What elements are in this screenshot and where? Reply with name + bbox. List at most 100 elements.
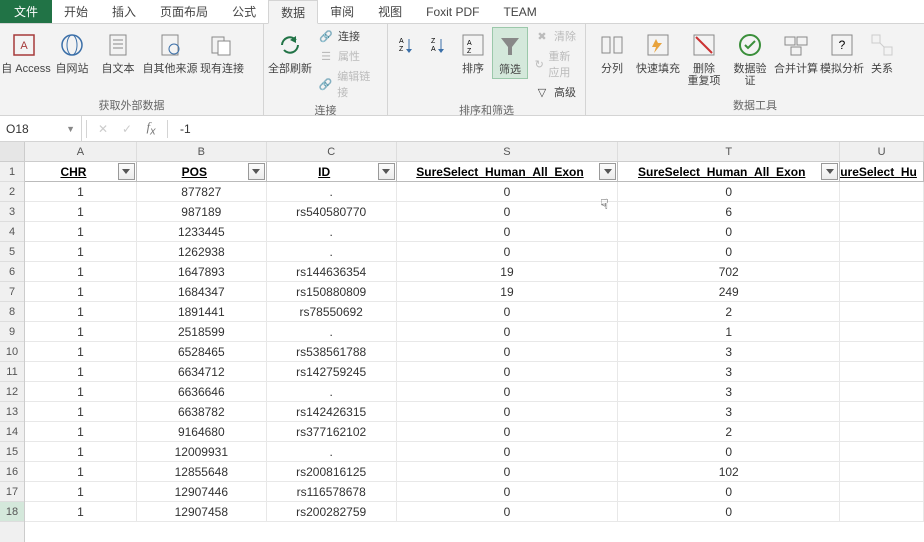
cell[interactable] [840, 382, 924, 402]
cell[interactable] [840, 242, 924, 262]
cell[interactable]: 0 [397, 302, 619, 322]
cell[interactable] [840, 302, 924, 322]
cell[interactable]: 0 [397, 422, 619, 442]
text-to-cols-button[interactable]: 分列 [590, 27, 634, 77]
row-header[interactable]: 18 [0, 502, 24, 522]
cell[interactable]: 1891441 [137, 302, 267, 322]
ribbon-tab[interactable]: 审阅 [318, 0, 366, 23]
cell[interactable] [840, 342, 924, 362]
cell[interactable]: rs200816125 [267, 462, 397, 482]
row-header[interactable]: 13 [0, 402, 24, 422]
from-access-button[interactable]: A自 Access [4, 27, 48, 77]
cell[interactable]: 2 [618, 422, 840, 442]
cell[interactable]: 702 [618, 262, 840, 282]
advanced-button[interactable]: ▽高级 [530, 83, 581, 101]
col-header[interactable]: B [137, 142, 267, 161]
cell[interactable]: 9164680 [137, 422, 267, 442]
cell[interactable]: 0 [618, 242, 840, 262]
cell[interactable] [840, 442, 924, 462]
cell[interactable]: 987189 [137, 202, 267, 222]
cell[interactable]: 1262938 [137, 242, 267, 262]
cell[interactable]: rs377162102 [267, 422, 397, 442]
col-header[interactable]: C [267, 142, 397, 161]
ribbon-tab[interactable]: 插入 [100, 0, 148, 23]
cell[interactable]: . [267, 182, 397, 202]
cell[interactable]: 1 [25, 322, 137, 342]
from-text-button[interactable]: 自文本 [96, 27, 140, 77]
cell[interactable] [840, 462, 924, 482]
cell[interactable]: 1 [25, 182, 137, 202]
row-header[interactable]: 12 [0, 382, 24, 402]
ribbon-tab[interactable]: Foxit PDF [414, 0, 491, 23]
cell[interactable]: 12907458 [137, 502, 267, 522]
cell[interactable]: rs200282759 [267, 502, 397, 522]
cell[interactable]: 0 [397, 222, 619, 242]
row-header[interactable]: 5 [0, 242, 24, 262]
row-header[interactable]: 3 [0, 202, 24, 222]
filter-dropdown-button[interactable] [118, 163, 135, 180]
from-other-button[interactable]: 自其他来源 [142, 27, 198, 77]
cell[interactable]: 0 [397, 202, 619, 222]
cell[interactable]: 1233445 [137, 222, 267, 242]
cell[interactable]: 6 [618, 202, 840, 222]
cell[interactable]: 1 [25, 382, 137, 402]
cell[interactable] [840, 322, 924, 342]
cell[interactable] [840, 362, 924, 382]
row-header[interactable]: 11 [0, 362, 24, 382]
cell[interactable]: 0 [618, 482, 840, 502]
cell[interactable]: 102 [618, 462, 840, 482]
cell[interactable]: 1 [25, 482, 137, 502]
cell[interactable]: 0 [618, 442, 840, 462]
cell[interactable]: . [267, 442, 397, 462]
cell[interactable]: . [267, 242, 397, 262]
filter-dropdown-button[interactable] [248, 163, 265, 180]
cancel-formula-button[interactable]: ✕ [91, 116, 115, 141]
cell[interactable]: 1684347 [137, 282, 267, 302]
fx-button[interactable]: fx [139, 116, 163, 141]
cell[interactable]: rs540580770 [267, 202, 397, 222]
cell[interactable]: 6634712 [137, 362, 267, 382]
cell[interactable] [840, 222, 924, 242]
cell[interactable]: 0 [618, 182, 840, 202]
sort-az-button[interactable]: AZ [392, 27, 422, 65]
cell[interactable]: 0 [397, 182, 619, 202]
existing-conn-button[interactable]: 现有连接 [200, 27, 244, 77]
cell[interactable]: 1 [25, 302, 137, 322]
cell[interactable]: 0 [397, 382, 619, 402]
row-header[interactable]: 16 [0, 462, 24, 482]
cell[interactable]: rs142426315 [267, 402, 397, 422]
cell[interactable]: 6528465 [137, 342, 267, 362]
cell[interactable]: 1 [25, 222, 137, 242]
formula-input[interactable]: -1 [172, 116, 924, 141]
cell[interactable]: 249 [618, 282, 840, 302]
cell[interactable]: 2518599 [137, 322, 267, 342]
cell[interactable]: 0 [397, 342, 619, 362]
cell[interactable]: rs144636354 [267, 262, 397, 282]
cell[interactable]: 3 [618, 382, 840, 402]
ribbon-tab[interactable]: 开始 [52, 0, 100, 23]
cell[interactable] [840, 402, 924, 422]
relations-button[interactable]: 关系 [866, 27, 898, 77]
row-header[interactable]: 7 [0, 282, 24, 302]
row-header[interactable]: 17 [0, 482, 24, 502]
cell[interactable]: 12855648 [137, 462, 267, 482]
cell[interactable] [840, 422, 924, 442]
cell[interactable]: rs116578678 [267, 482, 397, 502]
cell[interactable]: 1 [25, 502, 137, 522]
ribbon-tab[interactable]: 视图 [366, 0, 414, 23]
filter-button[interactable]: 筛选 [492, 27, 528, 79]
file-tab[interactable]: 文件 [0, 0, 52, 23]
clear-filter-button[interactable]: ✖清除 [530, 27, 581, 45]
filter-dropdown-button[interactable] [821, 163, 838, 180]
cell[interactable]: 1 [25, 402, 137, 422]
cell[interactable]: 1 [618, 322, 840, 342]
cell[interactable] [840, 202, 924, 222]
cell[interactable]: 0 [618, 222, 840, 242]
cell[interactable]: 0 [397, 462, 619, 482]
sort-za-button[interactable]: ZA [424, 27, 454, 65]
cell[interactable]: 12009931 [137, 442, 267, 462]
cell[interactable] [840, 262, 924, 282]
cell[interactable]: 1 [25, 242, 137, 262]
cell[interactable]: rs538561788 [267, 342, 397, 362]
properties-button[interactable]: ☰属性 [314, 47, 383, 65]
